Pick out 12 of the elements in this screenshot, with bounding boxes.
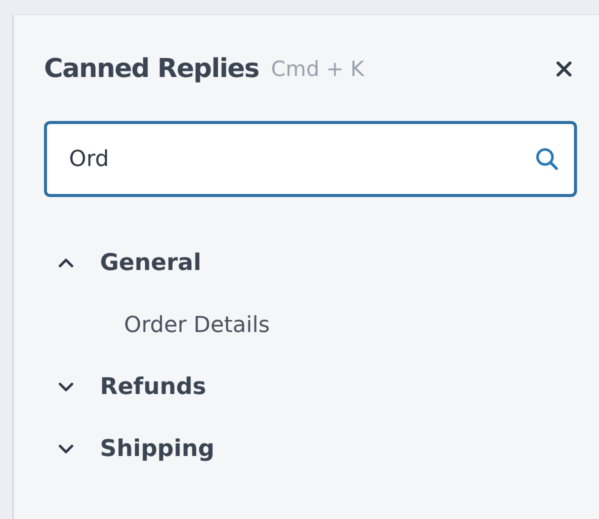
close-icon (555, 60, 573, 78)
category-item[interactable]: General (44, 232, 202, 294)
chevron-down-icon (58, 382, 74, 392)
category-item[interactable]: Shipping (44, 418, 214, 480)
reply-item[interactable]: Order Details (44, 294, 270, 356)
chevron-down-icon (58, 444, 74, 454)
chevron-up-icon (58, 258, 74, 268)
shortcut-hint: Cmd + K (270, 57, 364, 81)
category-item[interactable]: Refunds (44, 356, 206, 418)
search-field[interactable]: Ord (44, 121, 577, 197)
panel-title: Canned Replies (44, 54, 259, 84)
search-icon (535, 147, 559, 171)
